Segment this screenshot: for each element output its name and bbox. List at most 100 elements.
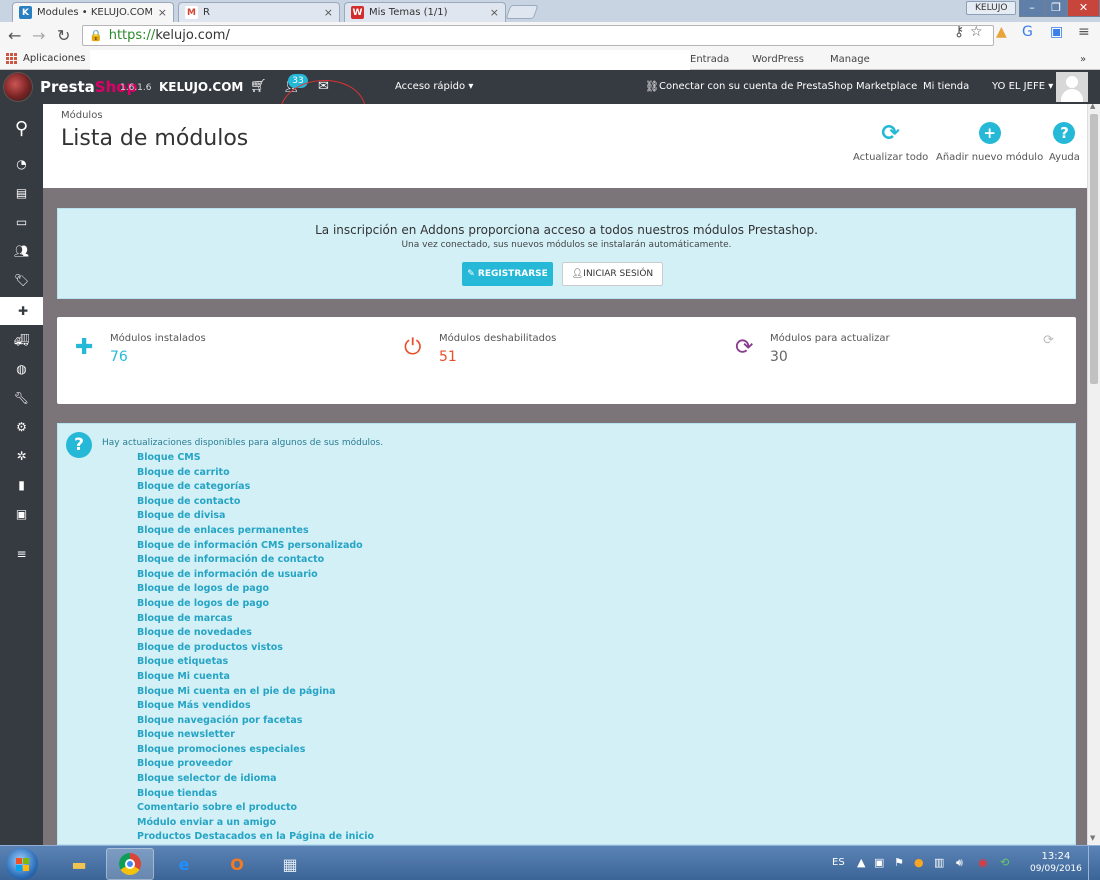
search-icon[interactable]: ⚲ (0, 114, 43, 142)
url-input[interactable]: 🔒 https:// kelujo.com/ (82, 25, 994, 46)
extension-translate-icon[interactable]: G (1022, 24, 1033, 40)
module-update-link[interactable]: Bloque navegación por facetas (137, 715, 374, 730)
bookmark-entrada[interactable]: Entrada (690, 54, 729, 65)
globe-icon[interactable]: ◍ (0, 355, 43, 383)
module-update-link[interactable]: Bloque newsletter (137, 729, 374, 744)
archive-icon[interactable]: ▣ (0, 500, 43, 528)
extension-cast-icon[interactable]: ▣ (1050, 24, 1063, 40)
quick-access-dropdown[interactable]: Acceso rápido ▾ (395, 81, 473, 92)
reload-icon[interactable]: ↻ (57, 26, 70, 45)
module-update-link[interactable]: Bloque de logos de pago (137, 598, 374, 613)
network-icon[interactable]: ▥ (934, 856, 944, 869)
updater-icon[interactable]: ● (914, 856, 924, 869)
back-arrow-icon[interactable]: ← (8, 26, 21, 45)
internet-explorer-icon[interactable]: e (160, 848, 208, 880)
module-update-link[interactable]: Módulo enviar a un amigo (137, 817, 374, 832)
tab-modules[interactable]: K Modules • KELUJO.COM × (12, 2, 174, 22)
module-update-link[interactable]: Productos Destacados en la Página de ini… (137, 831, 374, 844)
module-update-link[interactable]: Bloque de información de contacto (137, 554, 374, 569)
my-shop-link[interactable]: Mi tienda (923, 81, 969, 92)
outlook-icon[interactable]: O (213, 848, 261, 880)
shop-name-link[interactable]: KELUJO.COM (159, 80, 243, 94)
module-update-link[interactable]: Bloque selector de idioma (137, 773, 374, 788)
module-update-link[interactable]: Bloque de novedades (137, 627, 374, 642)
refresh-all-button[interactable]: ⟳ Actualizar todo (853, 121, 928, 164)
orders-icon[interactable]: ▤ (0, 179, 43, 207)
collapse-menu-icon[interactable]: ≡ (0, 540, 43, 568)
credit-card-icon[interactable]: ▭ (0, 208, 43, 236)
restore-icon[interactable]: ❐ (1045, 0, 1067, 17)
tab-close-icon[interactable]: × (324, 6, 333, 19)
user-avatar[interactable] (1056, 72, 1088, 102)
show-desktop-button[interactable] (1088, 846, 1100, 880)
gear-icon[interactable]: ✲ (0, 442, 43, 470)
close-window-icon[interactable]: ✕ (1067, 0, 1100, 17)
page-scrollbar[interactable]: ▲ ▼ (1087, 102, 1100, 845)
scrollbar-thumb[interactable] (1090, 114, 1098, 384)
menu-icon[interactable]: ≡ (1078, 24, 1090, 40)
box-sync-icon[interactable]: ▣ (874, 856, 884, 869)
module-update-link[interactable]: Bloque de contacto (137, 496, 374, 511)
breadcrumb[interactable]: Módulos (61, 110, 103, 121)
tab-gmail[interactable]: M R × (178, 2, 340, 22)
module-update-link[interactable]: Bloque promociones especiales (137, 744, 374, 759)
sync-icon[interactable]: ⟲ (1000, 856, 1009, 869)
module-update-link[interactable]: Bloque proveedor (137, 758, 374, 773)
antivirus-icon[interactable]: ◉ (978, 856, 988, 869)
refresh-stats-icon[interactable]: ⟳ (1043, 333, 1054, 348)
module-update-link[interactable]: Bloque de logos de pago (137, 583, 374, 598)
minimize-icon[interactable]: – (1019, 0, 1045, 17)
show-hidden-icons-icon[interactable]: ▲ (857, 856, 865, 869)
more-bookmarks-icon[interactable]: » (1080, 54, 1086, 65)
register-button[interactable]: ✎ REGISTRARSE (462, 262, 553, 286)
scroll-down-icon[interactable]: ▼ (1090, 834, 1095, 842)
start-button[interactable] (6, 848, 38, 880)
action-center-icon[interactable]: ⚑ (894, 856, 904, 869)
help-button[interactable]: ? Ayuda (1049, 122, 1080, 163)
profile-button[interactable]: KELUJO (966, 1, 1017, 15)
user-menu[interactable]: YO EL JEFE ▾ (992, 81, 1053, 92)
bookmark-wordpress[interactable]: WordPress (752, 54, 804, 65)
tab-close-icon[interactable]: × (158, 6, 167, 19)
bookmark-manage[interactable]: Manage (830, 54, 870, 65)
system-clock[interactable]: 13:24 09/09/2016 (1030, 851, 1082, 875)
add-module-button[interactable]: + Añadir nuevo módulo (936, 122, 1043, 163)
extension-analytics-icon[interactable]: ▲ (996, 24, 1007, 40)
connect-marketplace-link[interactable]: Conectar con su cuenta de PrestaShop Mar… (659, 81, 917, 92)
chrome-icon[interactable] (106, 848, 154, 880)
module-update-link[interactable]: Bloque de categorías (137, 481, 374, 496)
wrench-icon[interactable]: 🔧︎ (0, 384, 43, 412)
bookmark-star-icon[interactable]: ☆ (970, 24, 983, 40)
language-indicator[interactable]: ES (832, 857, 845, 868)
module-update-link[interactable]: Bloque de carrito (137, 467, 374, 482)
shop-avatar[interactable] (3, 72, 33, 102)
scroll-up-icon[interactable]: ▲ (1090, 102, 1095, 110)
module-update-link[interactable]: Bloque de información CMS personalizado (137, 540, 374, 555)
modules-puzzle-icon[interactable]: ✚ (0, 297, 43, 325)
module-update-link[interactable]: Bloque de marcas (137, 613, 374, 628)
module-update-link[interactable]: Bloque Mi cuenta en el pie de página (137, 686, 374, 701)
module-update-link[interactable]: Bloque etiquetas (137, 656, 374, 671)
new-tab-button[interactable] (505, 5, 539, 19)
customers-icon[interactable]: 👥︎ (0, 237, 43, 265)
tags-icon[interactable]: 🏷︎ (0, 266, 43, 294)
module-update-link[interactable]: Bloque CMS (137, 452, 374, 467)
module-update-link[interactable]: Bloque de productos vistos (137, 642, 374, 657)
calculator-icon[interactable]: ▦ (266, 848, 314, 880)
forward-arrow-icon[interactable]: → (32, 26, 45, 45)
module-update-link[interactable]: Bloque Mi cuenta (137, 671, 374, 686)
module-update-link[interactable]: Comentario sobre el producto (137, 802, 374, 817)
envelope-icon[interactable]: ✉ (318, 79, 329, 94)
volume-icon[interactable]: 🔊︎ (956, 856, 963, 870)
login-button[interactable]: 👤︎INICIAR SESIÓN (562, 262, 663, 286)
shopping-cart-icon[interactable]: 🛒︎ (250, 79, 267, 94)
module-update-link[interactable]: Bloque de enlaces permanentes (137, 525, 374, 540)
key-icon[interactable]: ⚷ (954, 24, 964, 40)
bookmark-apps[interactable]: Aplicaciones (6, 53, 85, 64)
cogs-icon[interactable]: ⚙ (0, 413, 43, 441)
module-update-link[interactable]: Bloque Más vendidos (137, 700, 374, 715)
file-explorer-icon[interactable]: ▬ (55, 848, 103, 880)
stats-bar-chart-icon[interactable]: ▮ (0, 471, 43, 499)
module-update-link[interactable]: Bloque tiendas (137, 788, 374, 803)
module-update-link[interactable]: Bloque de información de usuario (137, 569, 374, 584)
